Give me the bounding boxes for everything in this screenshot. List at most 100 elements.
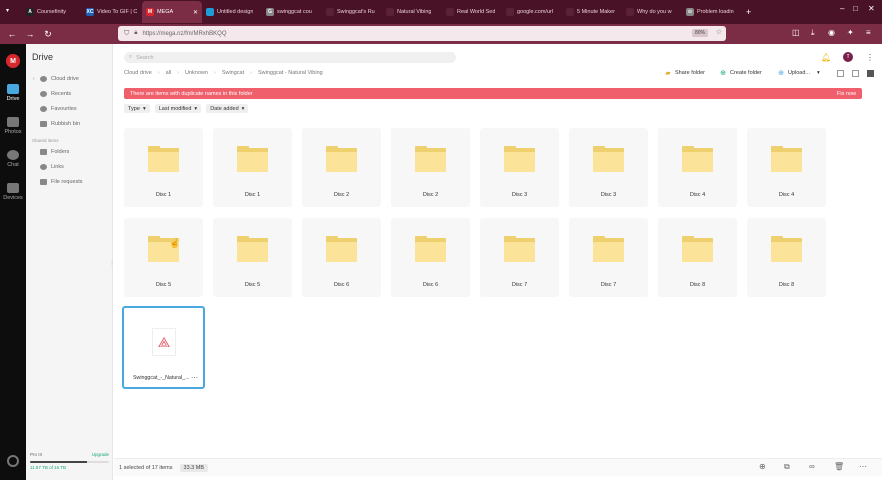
menu-icon[interactable]: ≡ [866, 28, 871, 37]
folder-name: Disc 6 [422, 282, 439, 288]
folder-card[interactable]: Disc 5 [213, 218, 292, 297]
reload-icon[interactable]: ↻ [41, 29, 55, 40]
folder-card[interactable]: Disc 3 [480, 128, 559, 207]
folder-card[interactable]: Disc 2 [302, 128, 381, 207]
filter-chip[interactable]: Last modified ▾ [154, 104, 202, 113]
filter-chip[interactable]: Date added ▾ [206, 104, 249, 113]
download-selection-icon[interactable]: ⊕ [759, 462, 766, 471]
file-more-icon[interactable]: ⋯ [191, 374, 198, 382]
new-tab-icon[interactable]: + [746, 7, 751, 17]
tab-favicon-icon [566, 8, 574, 16]
sidebar-item-label: Cloud drive [51, 76, 79, 82]
tab-label: Natural Vibing [397, 9, 432, 15]
upgrade-link[interactable]: Upgrade [92, 452, 109, 457]
grid-view-icon[interactable] [852, 70, 859, 77]
tab-close-icon[interactable]: ✕ [193, 9, 198, 16]
maximize-icon[interactable]: □ [853, 4, 858, 13]
search-input[interactable]: ⌕ Search [124, 52, 456, 63]
avatar[interactable]: T [843, 52, 853, 62]
back-icon[interactable]: ← [5, 29, 19, 39]
sidebar-item-favourites[interactable]: Favourites [40, 106, 77, 112]
storage-usage: 11.57 TB of 16 TB [30, 465, 67, 470]
address-bar[interactable]: ⛉ 🔒︎ https://mega.nz/fm/MRxhBKQQ 80% ☆ [118, 26, 726, 41]
delete-selection-icon[interactable]: 🗑︎ [834, 462, 844, 471]
url-text: https://mega.nz/fm/MRxhBKQQ [142, 30, 227, 37]
sidebar-item-recents[interactable]: Recents [40, 91, 71, 97]
folder-name: Disc 8 [689, 282, 706, 288]
share-folder-button[interactable]: ▰ Share folder [664, 69, 705, 77]
tab-label: Problem loadin [697, 9, 734, 15]
folder-card[interactable]: Disc 4 [747, 128, 826, 207]
folder-card[interactable]: Disc 8 [658, 218, 737, 297]
close-window-icon[interactable]: ✕ [868, 4, 875, 13]
sidebar-item-folders[interactable]: Folders [40, 149, 69, 155]
rail-item-devices[interactable]: Devices [0, 183, 26, 201]
mega-logo[interactable]: M [6, 54, 20, 68]
more-menu-icon[interactable]: ⋮ [866, 53, 874, 62]
sidebar-item-file-requests[interactable]: File requests [40, 179, 83, 185]
folder-card[interactable]: Disc 8 [747, 218, 826, 297]
notification-bell-icon[interactable]: 🔔︎ [821, 53, 831, 62]
folder-card[interactable]: Disc 4 [658, 128, 737, 207]
settings-icon[interactable] [7, 455, 19, 467]
browser-tab[interactable]: M MEGA ✕ [142, 1, 202, 23]
browser-tab[interactable]: Natural Vibing [382, 1, 442, 23]
bookmark-star-icon[interactable]: ☆ [716, 28, 722, 36]
browser-tab[interactable]: Untitled design [202, 1, 262, 23]
breadcrumb-item[interactable]: Swingcat [222, 70, 244, 76]
browser-tab-bar: A Coursefinity XC Video To GIF | C M MEGA ✕ Unt… [0, 0, 882, 24]
drive-icon [7, 84, 19, 94]
sidebar-item-rubbish-bin[interactable]: Rubbish bin [40, 121, 80, 127]
browser-tab[interactable]: Gswinggcat cou [262, 1, 322, 23]
browser-tab[interactable]: XC Video To GIF | C [82, 1, 142, 23]
browser-tab[interactable]: Why do you w [622, 1, 682, 23]
pocket-icon[interactable]: ◫ [792, 28, 800, 37]
fix-now-button[interactable]: Fix now [837, 91, 856, 97]
download-icon[interactable]: ⤓ [811, 28, 815, 38]
file-card[interactable]: ⟁ Swinggcat_-_Natural_... ⋯ [122, 306, 205, 389]
list-view-icon[interactable] [837, 70, 844, 77]
sidebar-item-links[interactable]: Links [40, 164, 64, 170]
thumbnail-view-icon[interactable] [867, 70, 874, 77]
account-icon[interactable]: ◉ [828, 28, 835, 37]
share-selection-icon[interactable]: ⧉ [784, 462, 790, 472]
rail-item-chat[interactable]: Chat [0, 150, 26, 168]
storage-plan: Pro III Upgrade 11.57 TB of 16 TB [30, 452, 109, 470]
browser-tab[interactable]: ⊙ Problem loadin [682, 1, 742, 23]
breadcrumb-item[interactable]: Swinggcat - Natural Vibing [258, 70, 323, 76]
browser-tab[interactable]: 5 Minute Maker [562, 1, 622, 23]
tab-list-icon[interactable]: ▾ [6, 7, 9, 14]
rail-item-label: Chat [7, 162, 19, 168]
folder-card[interactable]: Disc 2 [391, 128, 470, 207]
folder-card[interactable]: Disc 1 [213, 128, 292, 207]
link-selection-icon[interactable]: ∞ [809, 462, 815, 471]
browser-tab[interactable]: Real World Sed [442, 1, 502, 23]
rail-item-photos[interactable]: Photos [0, 117, 26, 135]
breadcrumb-item[interactable]: Unknown [185, 70, 208, 76]
zoom-badge[interactable]: 80% [691, 29, 708, 37]
expand-arrow-icon[interactable]: › [33, 76, 35, 82]
breadcrumb-separator-icon: › [213, 70, 216, 76]
folder-card[interactable]: Disc 5 [124, 218, 203, 297]
breadcrumb-item[interactable]: all [166, 70, 172, 76]
breadcrumb-separator-icon: › [157, 70, 160, 76]
folder-card[interactable]: Disc 1 [124, 128, 203, 207]
sidebar-item-cloud-drive[interactable]: Cloud drive [40, 76, 79, 82]
more-actions-icon[interactable]: ⋯ [859, 462, 867, 471]
browser-tab[interactable]: Swinggcat's Ru [322, 1, 382, 23]
forward-icon[interactable]: → [23, 29, 37, 39]
upload-button[interactable]: ⊕ Upload... ▾ [777, 69, 820, 77]
rail-item-drive[interactable]: Drive [0, 84, 26, 102]
folder-card[interactable]: Disc 3 [569, 128, 648, 207]
filter-chip[interactable]: Type ▾ [124, 104, 150, 113]
folder-card[interactable]: Disc 7 [480, 218, 559, 297]
create-folder-button[interactable]: ⊕ Create folder [719, 69, 762, 77]
folder-card[interactable]: Disc 6 [391, 218, 470, 297]
browser-tab[interactable]: google.com/url [502, 1, 562, 23]
breadcrumb-item[interactable]: Cloud drive [124, 70, 152, 76]
browser-tab[interactable]: A Coursefinity [22, 1, 82, 23]
minimize-icon[interactable]: – [840, 4, 844, 13]
folder-card[interactable]: Disc 6 [302, 218, 381, 297]
extension-icon[interactable]: ✦ [847, 28, 854, 37]
folder-card[interactable]: Disc 7 [569, 218, 648, 297]
